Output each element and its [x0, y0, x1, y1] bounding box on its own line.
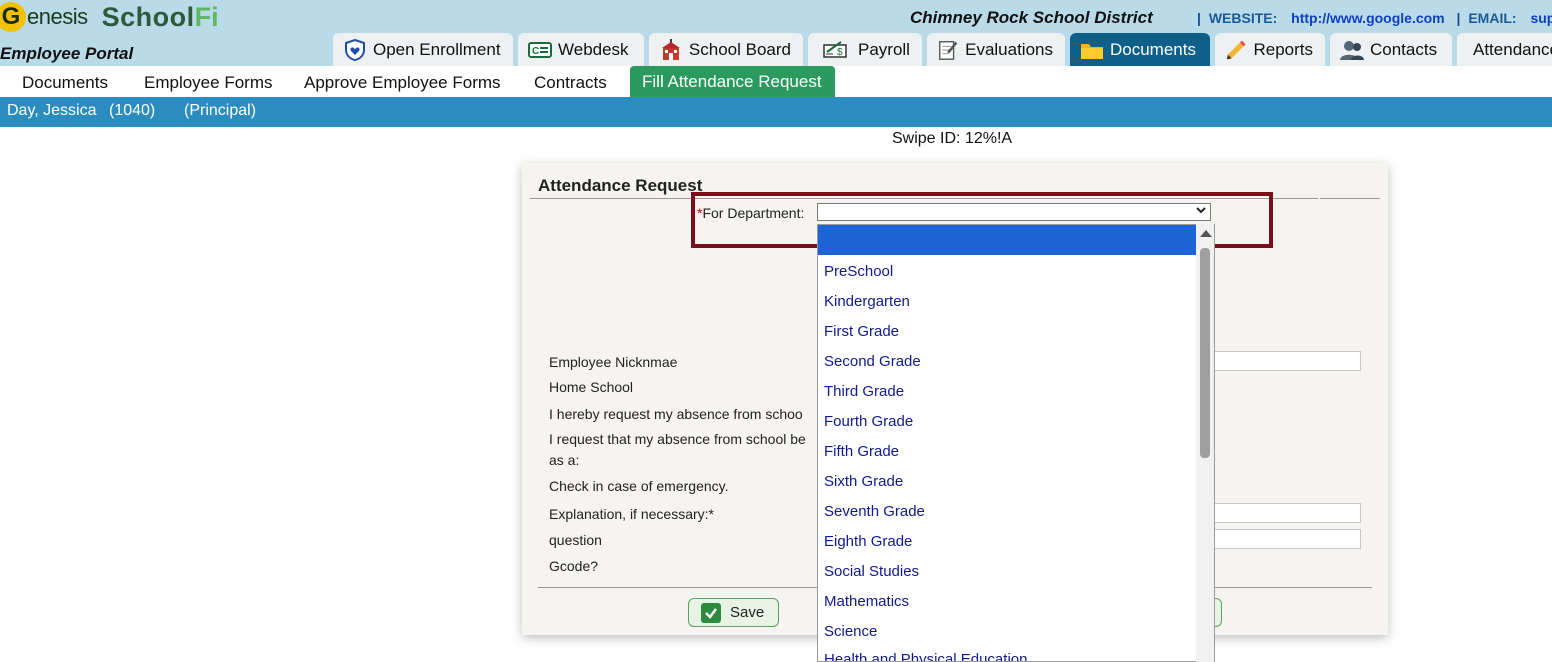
schoolhouse-icon	[661, 38, 680, 60]
pencil-icon	[1226, 40, 1246, 59]
employee-id: (1040)	[109, 102, 156, 119]
tab-label: Documents	[1110, 39, 1196, 59]
question-input[interactable]	[1212, 529, 1361, 549]
subnav-documents[interactable]: Documents	[22, 73, 108, 93]
website-link[interactable]: http://www.google.com	[1291, 10, 1444, 26]
absence-type-label: I request that my absence from school be	[549, 431, 806, 447]
genesis-logo-text: enesis	[27, 4, 88, 29]
email-label: EMAIL:	[1468, 10, 1517, 26]
dropdown-option[interactable]: Kindergarten	[824, 293, 910, 310]
tab-contacts[interactable]: Contacts	[1330, 33, 1452, 66]
panel-title: Attendance Request	[538, 176, 703, 195]
svg-text:$: $	[837, 47, 843, 58]
subnav-fill-attendance-request[interactable]: Fill Attendance Request	[630, 66, 835, 97]
portal-label: Employee Portal	[0, 44, 134, 63]
dropdown-option[interactable]: Mathematics	[824, 593, 909, 610]
dropdown-option[interactable]: First Grade	[824, 323, 899, 340]
save-button-label: Save	[730, 604, 765, 621]
subnav-approve-employee-forms[interactable]: Approve Employee Forms	[304, 73, 501, 93]
header-separator: |	[1197, 10, 1201, 26]
folder-icon	[1081, 43, 1103, 59]
tab-label: Payroll	[858, 39, 910, 59]
tab-label: Reports	[1253, 39, 1313, 59]
tab-school-board[interactable]: School Board	[649, 33, 803, 66]
dropdown-option[interactable]: Third Grade	[824, 383, 904, 400]
sub-navigation: Documents Employee Forms Approve Employe…	[0, 66, 1552, 99]
genesis-logo[interactable]: G enesis School Fi	[0, 2, 219, 32]
shield-heart-icon	[345, 38, 365, 61]
header-separator: |	[1456, 10, 1461, 26]
absence-type-label-cont: as a:	[549, 452, 580, 468]
save-button[interactable]: Save	[688, 598, 779, 627]
dropdown-option-blank[interactable]	[818, 225, 1197, 255]
tab-open-enrollment[interactable]: Open Enrollment	[333, 33, 513, 66]
schoolfi-logo-school: School	[101, 1, 195, 32]
svg-text:C: C	[532, 46, 539, 57]
department-dropdown-list: PreSchool Kindergarten First Grade Secon…	[817, 224, 1215, 662]
absence-request-label: I hereby request my absence from schoo	[549, 406, 803, 422]
people-icon	[1340, 40, 1364, 60]
website-label: WEBSITE:	[1208, 10, 1278, 26]
employee-bar: Day, Jessica (1040) (Principal)	[0, 97, 1552, 127]
dropdown-option[interactable]: Eighth Grade	[824, 533, 912, 550]
tab-webdesk[interactable]: C Webdesk	[518, 33, 644, 66]
gcode-label: Gcode?	[549, 558, 599, 574]
subnav-employee-forms[interactable]: Employee Forms	[144, 73, 272, 93]
dropdown-option[interactable]: Science	[824, 623, 877, 640]
tab-label: Webdesk	[558, 39, 629, 59]
dropdown-option[interactable]: Seventh Grade	[824, 503, 925, 520]
dropdown-option[interactable]: Second Grade	[824, 353, 921, 370]
employee-role: (Principal)	[184, 102, 257, 119]
tab-reports[interactable]: Reports	[1215, 33, 1325, 66]
webdesk-icon: C	[528, 41, 552, 58]
employee-name: Day, Jessica	[7, 102, 97, 119]
dropdown-option[interactable]: PreSchool	[824, 263, 893, 280]
dropdown-option[interactable]: Sixth Grade	[824, 473, 903, 490]
nickname-label: Employee Nicknmae	[549, 354, 678, 370]
explanation-input[interactable]	[1212, 503, 1361, 523]
header-links: | WEBSITE: http://www.google.com | EMAIL…	[1193, 10, 1552, 26]
tab-label: School Board	[688, 39, 791, 59]
tab-label: Open Enrollment	[373, 39, 501, 59]
dropdown-scrollbar[interactable]	[1196, 224, 1214, 662]
tab-attendance[interactable]: Attendance	[1457, 33, 1552, 66]
check-payment-icon: $	[823, 40, 847, 58]
genesis-logo-icon: G	[0, 2, 26, 32]
swipe-id: Swipe ID: 12%!A	[892, 130, 1013, 147]
tab-documents[interactable]: Documents	[1070, 33, 1210, 66]
home-school-label: Home School	[549, 379, 634, 395]
dropdown-option[interactable]: Health and Physical Education	[824, 651, 1027, 661]
email-link[interactable]: sup	[1530, 10, 1552, 26]
question-label: question	[549, 532, 602, 548]
nickname-input[interactable]	[1212, 351, 1361, 371]
emergency-label: Check in case of emergency.	[549, 478, 729, 494]
dropdown-option[interactable]: Fifth Grade	[824, 443, 899, 460]
top-tabs: Open Enrollment C Webdesk School Board $…	[333, 33, 1552, 66]
divider	[1320, 198, 1380, 199]
scroll-thumb[interactable]	[1200, 248, 1210, 458]
dropdown-option[interactable]: Social Studies	[824, 563, 919, 580]
tab-label: Evaluations	[965, 39, 1053, 59]
app-header: G enesis School Fi Employee Portal Chimne…	[0, 0, 1552, 66]
tab-payroll[interactable]: $ Payroll	[808, 33, 922, 66]
explanation-label: Explanation, if necessary:*	[549, 506, 714, 522]
district-name: Chimney Rock School District	[910, 8, 1153, 27]
tab-label: Attendance	[1473, 39, 1552, 59]
tab-label: Contacts	[1370, 39, 1438, 59]
schoolfi-logo-fi: Fi	[194, 1, 219, 32]
notepad-pencil-icon	[939, 40, 958, 60]
tab-evaluations[interactable]: Evaluations	[927, 33, 1065, 66]
scroll-up-arrow-icon[interactable]	[1200, 230, 1212, 237]
checkmark-icon	[701, 602, 721, 623]
subnav-contracts[interactable]: Contracts	[534, 73, 607, 93]
dropdown-option[interactable]: Fourth Grade	[824, 413, 913, 430]
